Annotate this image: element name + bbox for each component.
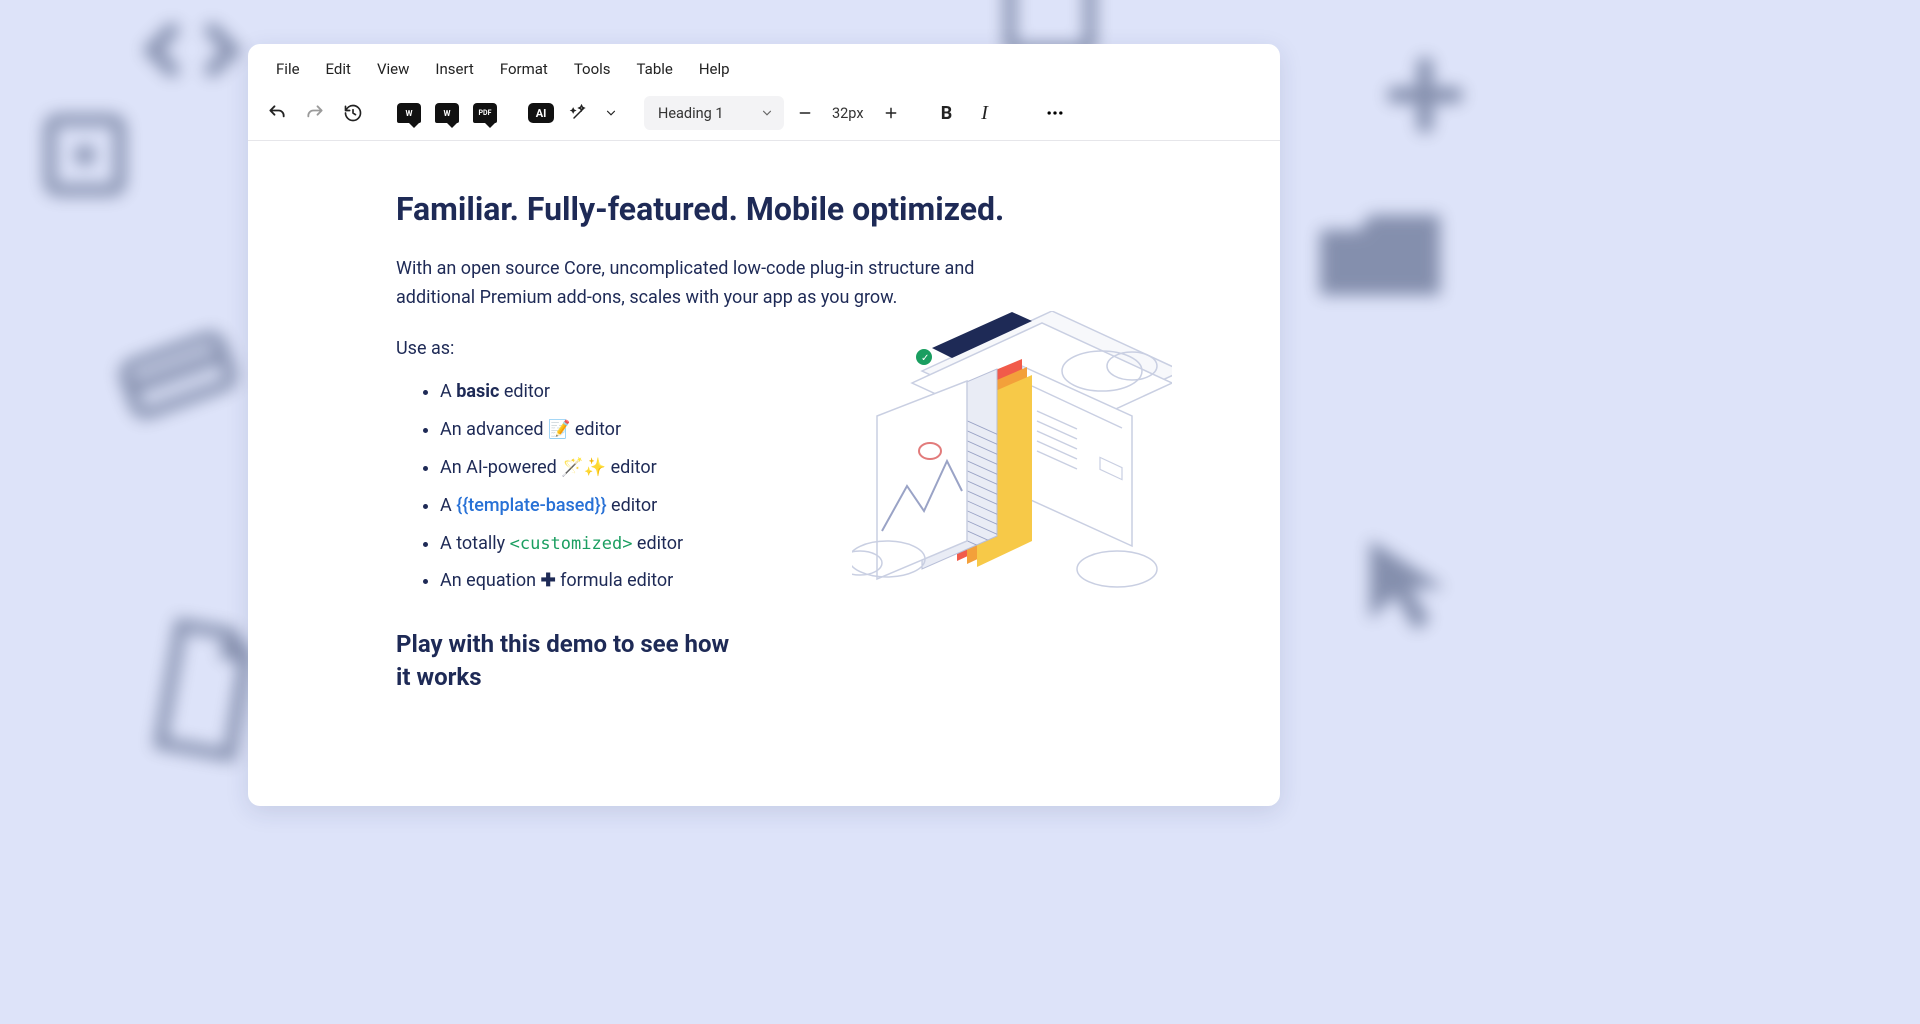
format-select-label: Heading 1 — [658, 105, 724, 122]
toolbar: W W PDF AI Heading 1 32px — [248, 90, 1280, 141]
menu-file[interactable]: File — [264, 54, 312, 84]
block-format-select[interactable]: Heading 1 — [644, 96, 784, 130]
menubar: File Edit View Insert Format Tools Table… — [248, 44, 1280, 90]
bg-square-icon — [40, 110, 130, 200]
illustration: ✓ — [852, 311, 1172, 611]
document-paragraph[interactable]: With an open source Core, uncomplicated … — [396, 255, 1036, 313]
menu-format[interactable]: Format — [488, 54, 560, 84]
font-size-control: 32px — [788, 96, 908, 130]
chevron-down-icon — [760, 106, 774, 120]
font-size-decrease[interactable] — [788, 96, 822, 130]
editor-content[interactable]: Familiar. Fully-featured. Mobile optimiz… — [248, 141, 1280, 806]
menu-tools[interactable]: Tools — [562, 54, 623, 84]
font-size-value: 32px — [824, 105, 872, 122]
menu-table[interactable]: Table — [625, 54, 685, 84]
bg-cursor-icon — [1340, 520, 1470, 650]
history-button[interactable] — [336, 96, 370, 130]
magic-button[interactable] — [562, 96, 596, 130]
redo-button[interactable] — [298, 96, 332, 130]
italic-button[interactable]: I — [968, 96, 1002, 130]
editor-window: File Edit View Insert Format Tools Table… — [248, 44, 1280, 806]
magic-dropdown-icon[interactable] — [600, 96, 622, 130]
export-pdf-button[interactable]: PDF — [468, 96, 502, 130]
bg-folder-icon — [1310, 200, 1450, 310]
font-size-increase[interactable] — [874, 96, 908, 130]
document-subheading[interactable]: Play with this demo to see how it works — [396, 628, 736, 693]
bg-plus-icon — [1380, 50, 1470, 140]
undo-button[interactable] — [260, 96, 294, 130]
bg-code-icon — [142, 10, 242, 90]
menu-edit[interactable]: Edit — [314, 54, 363, 84]
bg-card-icon — [106, 312, 250, 438]
menu-insert[interactable]: Insert — [423, 54, 485, 84]
import-word-button[interactable]: W — [392, 96, 426, 130]
document-heading[interactable]: Familiar. Fully-featured. Mobile optimiz… — [396, 189, 1132, 229]
menu-view[interactable]: View — [365, 54, 421, 84]
bold-button[interactable]: B — [930, 96, 964, 130]
svg-text:✓: ✓ — [921, 353, 929, 364]
menu-help[interactable]: Help — [687, 54, 742, 84]
export-word-button[interactable]: W — [430, 96, 464, 130]
more-button[interactable] — [1038, 96, 1072, 130]
ai-button[interactable]: AI — [524, 96, 558, 130]
